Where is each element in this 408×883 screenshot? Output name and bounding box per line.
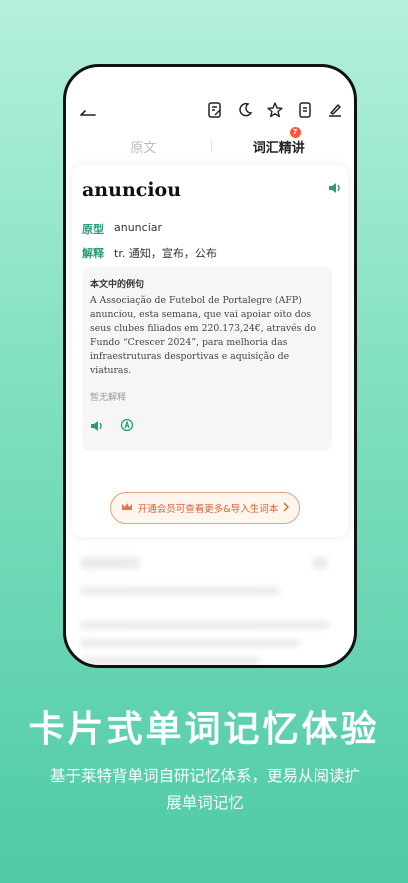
moon-icon[interactable] — [236, 101, 254, 119]
vip-banner-text: 开通会员可查看更多&导入生词本 — [137, 504, 279, 515]
locked-content — [72, 547, 348, 665]
definition-value: tr. 通知，宣布，公布 — [114, 247, 217, 260]
brush-icon[interactable] — [326, 101, 344, 119]
lemma-value: anunciar — [114, 221, 163, 234]
tab-vocab[interactable]: 词汇精讲 7 — [212, 126, 347, 156]
play-audio-icon[interactable] — [90, 417, 104, 436]
note-edit-icon[interactable] — [206, 101, 224, 119]
example-note: 暂无解释 — [90, 393, 127, 403]
tab-vocab-label: 词汇精讲 — [252, 140, 305, 156]
lemma-label: 原型 — [82, 223, 104, 236]
definition-label: 解释 — [82, 247, 104, 260]
tab-original[interactable]: 原文 — [76, 137, 211, 156]
chevron-right-icon — [283, 502, 290, 515]
promo-subtitle: 基于莱特背单词自研记忆体系，更易从阅读扩展单词记忆 — [50, 767, 361, 812]
star-icon[interactable] — [266, 101, 284, 119]
tab-badge: 7 — [289, 126, 301, 138]
back-arrow-icon[interactable] — [80, 103, 96, 122]
document-icon[interactable] — [296, 101, 314, 119]
example-sentence: A Associação de Futebol de Portalegre (A… — [90, 295, 316, 376]
lemma-row: 原型 anunciar — [82, 221, 162, 237]
top-bar — [66, 67, 354, 127]
tab-bar: 原文 词汇精讲 7 — [76, 126, 347, 163]
translate-icon[interactable] — [120, 417, 134, 436]
phone-frame: 原文 词汇精讲 7 anunciou 原型 anunciar 解释 tr. 通知… — [63, 64, 357, 668]
example-box: 本文中的例句 A Associação de Futebol de Portal… — [82, 267, 332, 451]
speaker-icon[interactable] — [328, 179, 342, 198]
definition-row: 解释 tr. 通知，宣布，公布 — [82, 245, 217, 261]
example-title: 本文中的例句 — [90, 280, 145, 290]
promo-headline: 卡片式单词记忆体验 — [28, 709, 380, 750]
vip-banner[interactable]: 开通会员可查看更多&导入生词本 — [110, 492, 300, 524]
word-card: anunciou 原型 anunciar 解释 tr. 通知，宣布，公布 本文中… — [72, 165, 348, 537]
word-title: anunciou — [82, 179, 182, 201]
crown-icon — [121, 502, 133, 515]
